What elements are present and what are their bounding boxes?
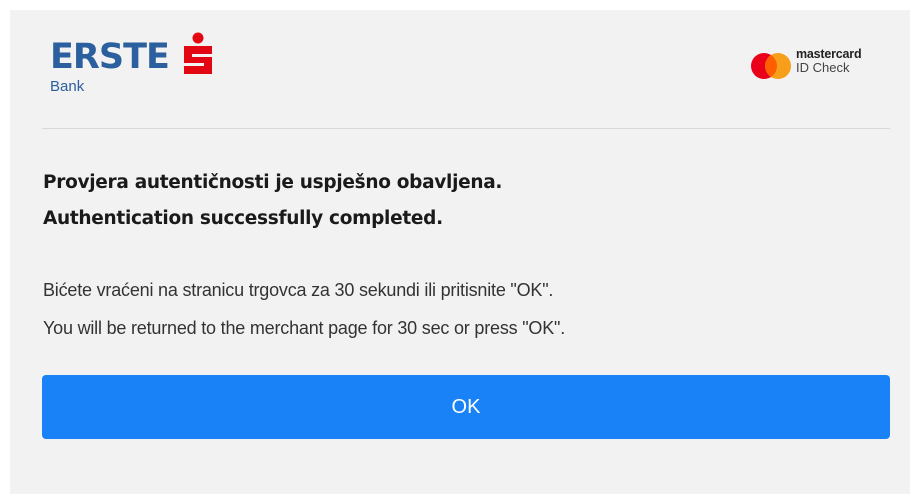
redirect-message-croatian: Bićete vraćeni na stranicu trgovca za 30… [43, 280, 554, 300]
header-divider [42, 128, 890, 129]
mastercard-circles-icon [751, 53, 791, 79]
mastercard-text: mastercard ID Check [796, 48, 862, 75]
redirect-message-english: You will be returned to the merchant pag… [43, 318, 566, 338]
mastercard-id-check-logo: mastercard ID Check [750, 48, 880, 88]
ok-button[interactable]: OK [42, 375, 890, 439]
erste-wordmark: ERSTE [50, 37, 170, 77]
authentication-panel: ERSTE Bank mastercard ID Check Provjera … [10, 10, 910, 494]
erste-bank-subtitle: Bank [50, 78, 85, 95]
status-title-english: Authentication successfully completed. [43, 208, 443, 229]
id-check-label: ID Check [796, 60, 850, 75]
erste-s-icon [184, 32, 212, 74]
status-title-croatian: Provjera autentičnosti je uspješno obavl… [43, 172, 503, 193]
header: ERSTE Bank mastercard ID Check [10, 10, 910, 128]
erste-bank-logo: ERSTE Bank [50, 32, 240, 108]
